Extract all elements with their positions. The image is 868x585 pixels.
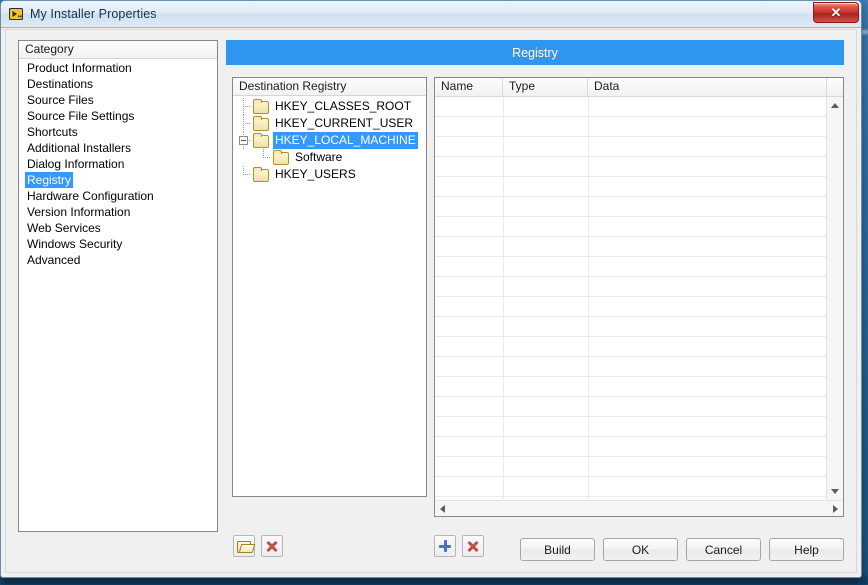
delete-registry-key-button[interactable] — [261, 535, 283, 557]
listview-column-divider-1 — [503, 97, 504, 500]
category-item-label: Registry — [25, 172, 74, 188]
tree-connector-elbow — [243, 123, 251, 124]
close-button[interactable]: ✕ — [813, 2, 859, 23]
delete-registry-value-button[interactable] — [462, 535, 484, 557]
category-item-label: Product Information — [27, 61, 132, 75]
collapse-node-icon[interactable] — [239, 136, 248, 145]
folder-icon — [273, 150, 289, 165]
tree-node-label: HKEY_USERS — [275, 167, 356, 181]
open-folder-icon — [236, 540, 252, 553]
category-item-label: Additional Installers — [27, 141, 132, 155]
dialog-client-area: Category Product Information Destinations… — [5, 29, 857, 573]
close-icon: ✕ — [830, 4, 842, 20]
tree-node-label: Software — [295, 150, 343, 164]
category-item-label: Hardware Configuration — [27, 189, 154, 203]
delete-x-icon — [266, 540, 279, 553]
tree-node-hkey_users[interactable]: HKEY_USERS — [233, 166, 426, 183]
listview-column-divider-2 — [588, 97, 589, 500]
page-title-banner: Registry — [226, 40, 844, 65]
folder-icon — [253, 167, 269, 182]
tree-node-software[interactable]: Software — [233, 149, 426, 166]
destination-registry-header: Destination Registry — [233, 78, 426, 96]
category-item-label: Web Services — [27, 221, 101, 235]
registry-key-toolbar — [233, 535, 283, 557]
listview-header-row: Name Type Data — [435, 78, 843, 97]
tree-node-label: HKEY_LOCAL_MACHINE — [273, 132, 418, 149]
listview-header-spacer — [826, 78, 843, 96]
category-item-hardware-configuration[interactable]: Hardware Configuration — [19, 188, 217, 204]
listview-column-header-data[interactable]: Data — [588, 78, 826, 96]
tree-node-hkey_current_user[interactable]: HKEY_CURRENT_USER — [233, 115, 426, 132]
title-bar[interactable]: My Installer Properties ✕ — [1, 1, 861, 28]
listview-vertical-scrollbar[interactable] — [826, 97, 843, 500]
browse-registry-key-button[interactable] — [233, 535, 255, 557]
registry-value-toolbar — [434, 535, 484, 557]
category-item-windows-security[interactable]: Windows Security — [19, 236, 217, 252]
scroll-left-icon[interactable] — [440, 505, 445, 513]
category-item-additional-installers[interactable]: Additional Installers — [19, 140, 217, 156]
category-item-advanced[interactable]: Advanced — [19, 252, 217, 268]
category-item-label: Destinations — [27, 77, 94, 91]
tree-node-label: HKEY_CLASSES_ROOT — [275, 99, 412, 113]
build-button[interactable]: Build — [520, 538, 595, 561]
tree-connector-elbow — [243, 106, 251, 107]
ok-button[interactable]: OK — [603, 538, 678, 561]
category-item-label: Source File Settings — [27, 109, 135, 123]
category-item-label: Version Information — [27, 205, 131, 219]
category-item-shortcuts[interactable]: Shortcuts — [19, 124, 217, 140]
delete-x-icon — [467, 540, 480, 553]
category-item-label: Source Files — [27, 93, 94, 107]
category-item-destinations[interactable]: Destinations — [19, 76, 217, 92]
tree-node-label: HKEY_CURRENT_USER — [275, 116, 414, 130]
plus-icon — [439, 540, 451, 552]
dialog-button-bar: Build OK Cancel Help — [520, 538, 844, 561]
scroll-down-icon[interactable] — [831, 489, 839, 494]
category-item-web-services[interactable]: Web Services — [19, 220, 217, 236]
tree-connector-elbow — [263, 157, 271, 158]
category-item-registry[interactable]: Registry — [19, 172, 217, 188]
page-title: Registry — [512, 45, 558, 60]
listview-column-header-name[interactable]: Name — [435, 78, 503, 96]
category-item-label: Shortcuts — [27, 125, 78, 139]
destination-registry-panel: Destination Registry HKEY_CLASSES_ROOT HK… — [232, 77, 427, 497]
listview-horizontal-scrollbar[interactable] — [435, 500, 843, 516]
listview-column-header-type[interactable]: Type — [503, 78, 588, 96]
category-header: Category — [19, 41, 217, 59]
window-title: My Installer Properties — [30, 7, 157, 21]
category-item-product-information[interactable]: Product Information — [19, 60, 217, 76]
registry-values-listview: Name Type Data — [434, 77, 844, 517]
tree-node-hkey_classes_root[interactable]: HKEY_CLASSES_ROOT — [233, 98, 426, 115]
category-item-label: Advanced — [27, 253, 81, 267]
help-button[interactable]: Help — [769, 538, 844, 561]
category-item-label: Dialog Information — [27, 157, 125, 171]
scroll-up-icon[interactable] — [831, 103, 839, 108]
category-list[interactable]: Product Information Destinations Source Fi… — [19, 59, 217, 268]
tree-connector-elbow — [243, 174, 251, 175]
folder-icon — [253, 116, 269, 131]
tree-node-hkey_local_machine[interactable]: HKEY_LOCAL_MACHINE — [233, 132, 426, 149]
add-registry-value-button[interactable] — [434, 535, 456, 557]
installer-properties-window: My Installer Properties ✕ Category Produ… — [0, 0, 862, 578]
scroll-right-icon[interactable] — [833, 505, 838, 513]
listview-body[interactable] — [435, 97, 826, 500]
category-item-source-file-settings[interactable]: Source File Settings — [19, 108, 217, 124]
category-item-dialog-information[interactable]: Dialog Information — [19, 156, 217, 172]
folder-icon — [253, 133, 269, 148]
category-item-label: Windows Security — [27, 237, 123, 251]
category-item-version-information[interactable]: Version Information — [19, 204, 217, 220]
labview-installer-icon — [8, 6, 24, 22]
registry-tree[interactable]: HKEY_CLASSES_ROOT HKEY_CURRENT_USER HKEY_L… — [233, 96, 426, 183]
cancel-button[interactable]: Cancel — [686, 538, 761, 561]
category-panel: Category Product Information Destinations… — [18, 40, 218, 532]
category-item-source-files[interactable]: Source Files — [19, 92, 217, 108]
folder-icon — [253, 99, 269, 114]
